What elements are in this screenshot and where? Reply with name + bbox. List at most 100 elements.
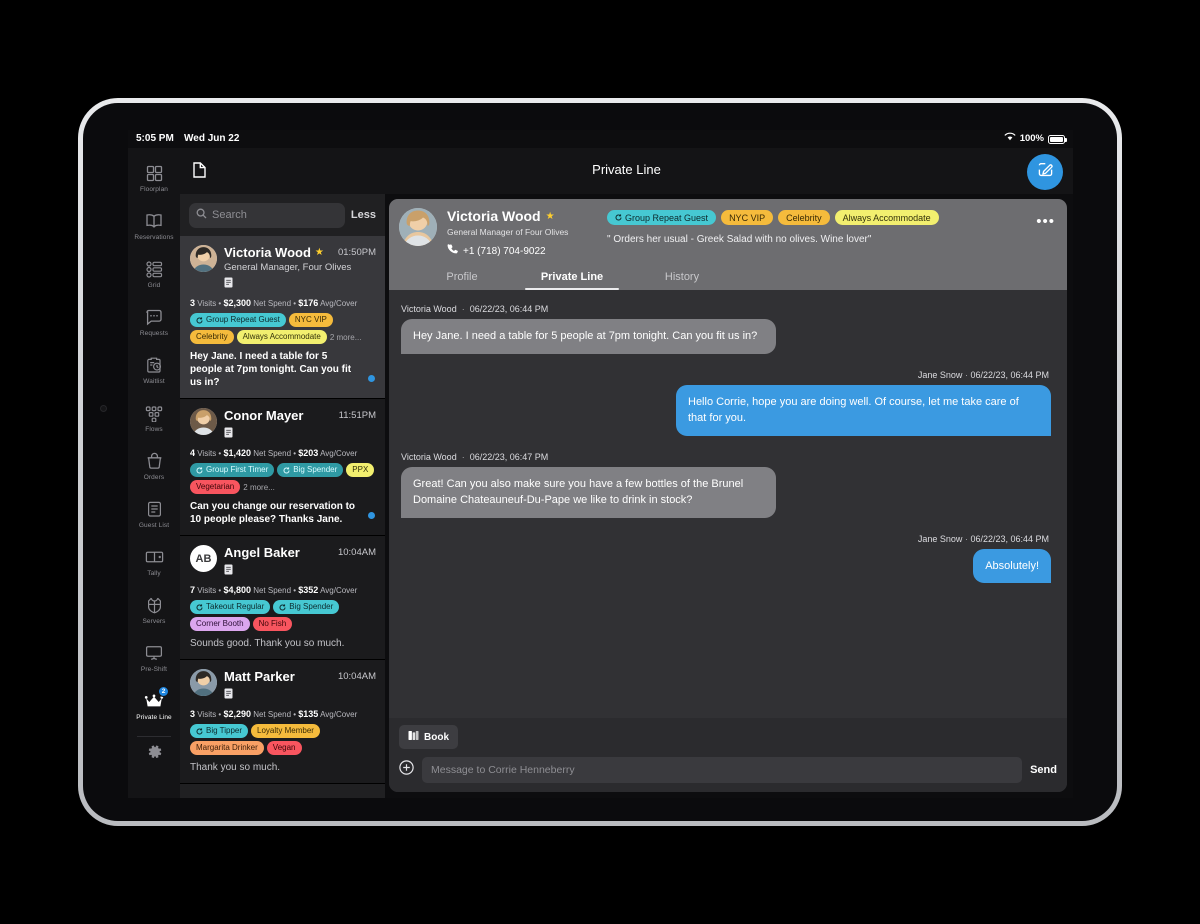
tablet-screen: 5:05 PM Wed Jun 22 100% Floorplan Reserv…	[83, 103, 1117, 821]
meta-separator: ·	[456, 304, 470, 314]
sidebar-item-servers[interactable]: Servers	[128, 586, 180, 634]
conversation-row-header: Victoria Wood ★ 01:50PM General Manager, Fo…	[190, 245, 376, 293]
note-icon[interactable]	[224, 275, 376, 293]
conversation-rows: Victoria Wood ★ 01:50PM General Manager, Fo…	[180, 236, 385, 784]
tag-pill: Margarita Drinker	[190, 741, 264, 755]
note-icon[interactable]	[224, 562, 376, 580]
tablet-device-frame: 5:05 PM Wed Jun 22 100% Floorplan Reserv…	[78, 98, 1122, 826]
sidebar-item-waitlist[interactable]: Waitlist	[128, 346, 180, 394]
sidebar-label: Reservations	[134, 234, 174, 241]
conversation-name-line: Victoria Wood ★ 01:50PM	[224, 245, 376, 260]
search-placeholder: Search	[212, 209, 247, 221]
tag-label: NYC VIP	[729, 212, 766, 223]
sidebar-item-floorplan[interactable]: Floorplan	[128, 154, 180, 202]
conversation-row[interactable]: Matt Parker 10:04AM 3 Visits • $2,290 Net …	[180, 660, 385, 784]
sidebar-item-pre-shift[interactable]: Pre-Shift	[128, 634, 180, 682]
avatar[interactable]	[190, 245, 217, 272]
send-button[interactable]: Send	[1030, 764, 1057, 776]
sidebar-label: Orders	[143, 474, 165, 481]
conversation-row[interactable]: Conor Mayer 11:51PM 4 Visits • $1,420 Net …	[180, 399, 385, 536]
sidebar-item-reservations[interactable]: Reservations	[128, 202, 180, 250]
conversation-row[interactable]: Victoria Wood ★ 01:50PM General Manager, Fo…	[180, 236, 385, 399]
message-thread[interactable]: Victoria Wood · 06/22/23, 06:44 PM Hey Ja…	[389, 290, 1067, 718]
presentation-screen-icon	[145, 643, 163, 663]
avatar[interactable]: AB	[190, 545, 217, 572]
apron-icon	[146, 595, 163, 615]
guest-phone[interactable]: +1 (718) 704-9022	[447, 244, 597, 258]
refresh-icon	[196, 316, 203, 324]
search-row: Search Less	[180, 194, 385, 236]
message-placeholder: Message to Corrie Henneberry	[431, 764, 575, 776]
tag-pill: Big Spender	[273, 600, 340, 614]
sidebar-item-grid[interactable]: Grid	[128, 250, 180, 298]
conversation-name-line: Matt Parker 10:04AM	[224, 669, 376, 684]
note-icon[interactable]	[224, 425, 376, 443]
conversation-row-header: AB Angel Baker 10:04AM	[190, 545, 376, 580]
conversation-name: Angel Baker	[224, 545, 300, 560]
tab-history[interactable]: History	[627, 266, 737, 290]
tab-private-line[interactable]: Private Line	[517, 266, 627, 290]
conversation-row-info: Angel Baker 10:04AM	[224, 545, 376, 580]
avatar-initials: AB	[190, 545, 217, 572]
conversation-time: 11:51PM	[338, 410, 376, 421]
composer-area: Book Message to Corrie Henneberry Send	[389, 718, 1067, 792]
sidebar-label: Servers	[142, 618, 166, 625]
conversation-stats: 3 Visits • $2,300 Net Spend • $176 Avg/C…	[190, 298, 358, 308]
composer-row: Message to Corrie Henneberry Send	[399, 757, 1057, 783]
conversation-row[interactable]: AB Angel Baker 10:04AM 7 Visits • $4,800 Ne…	[180, 536, 385, 660]
note-icon[interactable]	[224, 686, 376, 704]
sidebar-item-requests[interactable]: Requests	[128, 298, 180, 346]
tag-label: Takeout Regular	[206, 602, 265, 611]
avatar[interactable]	[190, 408, 217, 435]
conversation-list-pane[interactable]: Search Less Victoria Wood ★ 01:50PM General…	[180, 194, 385, 798]
tag-pill: Corner Booth	[190, 617, 250, 631]
takeout-bag-icon	[146, 451, 163, 471]
conversation-stats: 4 Visits • $1,420 Net Spend • $203 Avg/C…	[190, 448, 358, 458]
tag-pill: Group Repeat Guest	[607, 210, 717, 225]
tag-pill: Celebrity	[778, 210, 830, 225]
message-input[interactable]: Message to Corrie Henneberry	[422, 757, 1023, 783]
plus-circle-icon[interactable]	[399, 760, 414, 780]
tag-label: No Fish	[258, 619, 287, 628]
tag-label: Vegetarian	[196, 482, 235, 491]
ellipsis-icon[interactable]: •••	[1036, 213, 1055, 230]
tag-label: NYC VIP	[294, 315, 327, 324]
tag-pill: Big Spender	[277, 463, 344, 477]
tag-label: Celebrity	[786, 212, 822, 223]
tab-profile[interactable]: Profile	[407, 266, 517, 290]
conversation-name: Matt Parker	[224, 669, 295, 684]
app-top-bar: Private Line	[180, 148, 1073, 194]
message-timestamp: 06/22/23, 06:44 PM	[970, 369, 1049, 380]
search-input[interactable]: Search	[189, 202, 345, 228]
avatar[interactable]	[190, 669, 217, 696]
tag-label: Group Repeat Guest	[206, 315, 280, 324]
book-button[interactable]: Book	[399, 725, 458, 749]
guest-tag-list: Group Repeat Guest NYC VIP Celebrity Always…	[607, 210, 1055, 225]
tag-label: Group First Timer	[206, 465, 269, 474]
avatar[interactable]	[399, 208, 437, 246]
message-bubble[interactable]: Hello Corrie, hope you are doing well. O…	[676, 384, 1051, 436]
refresh-icon	[615, 214, 622, 221]
status-date: Wed Jun 22	[184, 133, 240, 144]
sidebar-label: Floorplan	[140, 186, 168, 193]
sidebar-item-orders[interactable]: Orders	[128, 442, 180, 490]
sidebar-item-flows[interactable]: Flows	[128, 394, 180, 442]
sidebar-label: Private Line	[136, 714, 172, 721]
message-bubble[interactable]: Great! Can you also make sure you have a…	[401, 466, 776, 518]
detail-tabs: Profile Private Line History	[389, 266, 1067, 290]
message-bubble[interactable]: Absolutely!	[973, 548, 1051, 583]
sidebar-item-private-line[interactable]: 2 Private Line	[128, 682, 180, 730]
compose-button[interactable]	[1027, 154, 1063, 190]
sidebar-item-tally[interactable]: Tally	[128, 538, 180, 586]
sidebar-item-guest-list[interactable]: Guest List	[128, 490, 180, 538]
message-bubble[interactable]: Hey Jane. I need a table for 5 people at…	[401, 319, 776, 354]
more-tags-label[interactable]: 2 more...	[330, 333, 362, 342]
message-bubble-wrap: Absolutely!	[401, 548, 1051, 583]
less-button[interactable]: Less	[351, 209, 376, 221]
conversation-name: Victoria Wood	[224, 245, 311, 260]
settings-gear-icon[interactable]	[146, 743, 163, 765]
tag-pill: Takeout Regular	[190, 600, 271, 614]
ios-status-bar: 5:05 PM Wed Jun 22 100%	[128, 130, 1073, 148]
tag-pill: Always Accommodate	[236, 330, 327, 344]
more-tags-label[interactable]: 2 more...	[243, 483, 275, 492]
